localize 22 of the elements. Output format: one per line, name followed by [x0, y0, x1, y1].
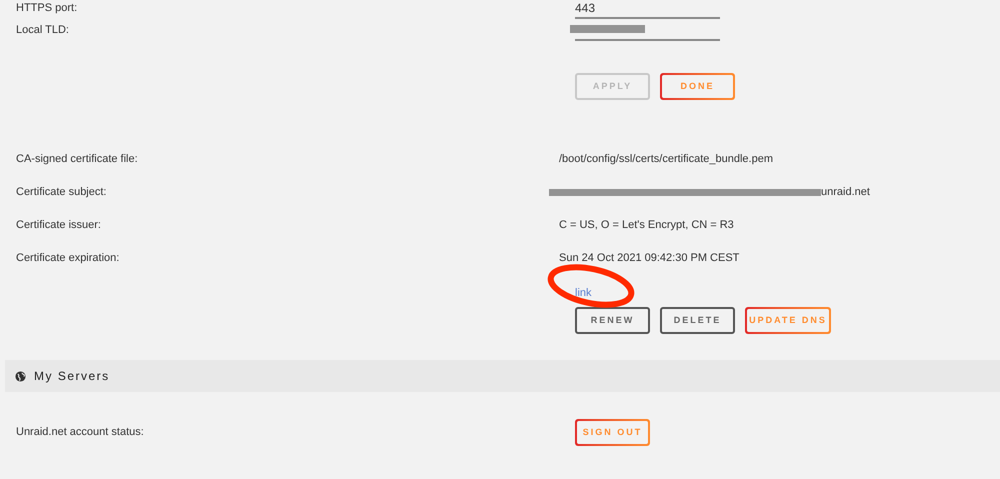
action-button[interactable]: RENEW	[575, 307, 650, 334]
field-label: Certificate subject:	[15, 185, 108, 200]
action-button[interactable]: SIGN OUT	[575, 419, 650, 446]
link[interactable]: link	[575, 287, 592, 299]
field-label: Unraid.net account status:	[15, 425, 145, 440]
field-label: HTTPS port:	[15, 1, 78, 15]
action-button[interactable]: UPDATE DNS	[745, 307, 831, 334]
field-label: Certificate expiration:	[15, 251, 120, 266]
field-label: Certificate issuer:	[15, 218, 102, 234]
field-value: C = US, O = Let's Encrypt, CN = R3	[559, 218, 734, 234]
action-button[interactable]: DELETE	[660, 307, 735, 334]
section-title: My Servers	[34, 368, 110, 385]
field-value: /boot/config/ssl/certs/certificate_bundle.pem	[559, 152, 774, 168]
field-value: Sun 24 Oct 2021 09:42:30 PM CEST	[559, 251, 740, 266]
field-value: unraid.net	[821, 185, 870, 200]
field-label: CA-signed certificate file:	[15, 152, 139, 168]
apply-button[interactable]: APPLY	[575, 73, 650, 100]
action-button[interactable]: DONE	[660, 73, 735, 100]
field-label: Local TLD:	[15, 23, 70, 37]
text-input[interactable]: 443	[575, 1, 720, 19]
globe-icon	[15, 370, 26, 382]
input-value: 443	[575, 1, 596, 15]
